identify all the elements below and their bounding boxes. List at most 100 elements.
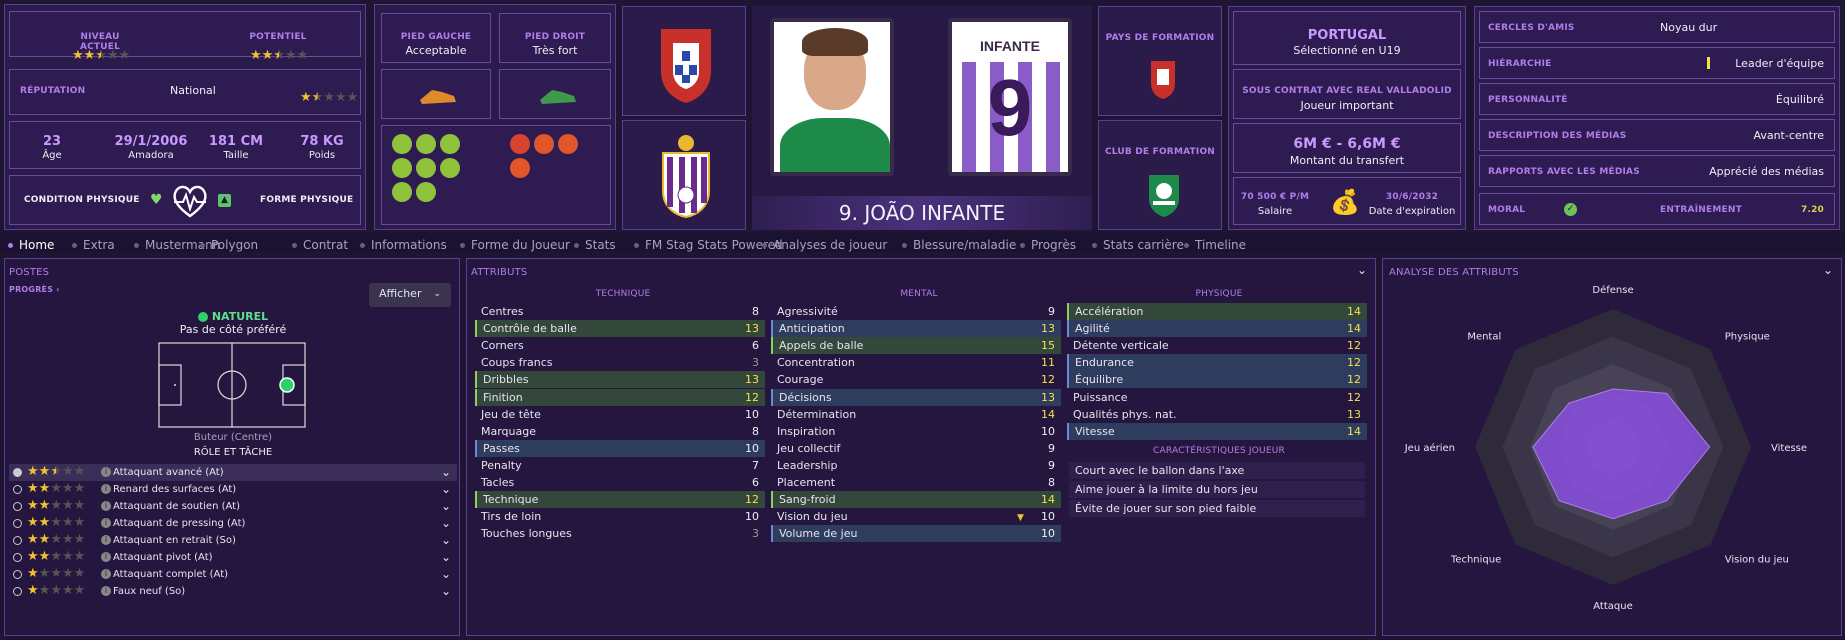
info-icon[interactable]: i [101,518,111,528]
tab-forme-du-joueur[interactable]: Forme du Joueur [460,238,570,252]
tab-contrat[interactable]: Contrat [292,238,348,252]
attribute-row[interactable]: Finition 12 [475,388,765,406]
role-name: Attaquant de soutien (At) [113,501,240,512]
tab-dot-icon [634,243,639,248]
attribute-row[interactable]: Anticipation 13 [771,320,1061,338]
tab-extra[interactable]: Extra [72,238,115,252]
attribute-row[interactable]: Agressivité 9 [771,303,1061,320]
attribute-row[interactable]: Endurance 12 [1067,354,1367,372]
info-icon[interactable]: i [101,569,111,579]
attribute-row[interactable]: Détente verticale 12 [1067,337,1367,354]
role-radio[interactable] [13,502,22,511]
role-row[interactable]: ★★★★★ i Attaquant pivot (At) ⌄ [9,549,457,566]
attribute-row[interactable]: Concentration 11 [771,354,1061,371]
tab-blessure-maladie[interactable]: Blessure/maladie [902,238,1016,252]
negative-trait-icon-1[interactable] [510,134,530,154]
trait-icon-1[interactable] [392,134,412,154]
tab-stats-carri-re[interactable]: Stats carrière [1092,238,1184,252]
info-icon[interactable]: i [101,501,111,511]
role-radio[interactable] [13,485,22,494]
attribute-row[interactable]: Puissance 12 [1067,389,1367,406]
role-radio[interactable] [13,536,22,545]
role-radio[interactable] [13,553,22,562]
tab-home[interactable]: Home [8,238,54,252]
tab-informations[interactable]: Informations [360,238,447,252]
role-radio[interactable] [13,519,22,528]
info-icon[interactable]: i [101,535,111,545]
tab-polygon[interactable]: Polygon [200,238,258,252]
role-radio[interactable] [13,587,22,596]
trait-icon-6[interactable] [440,158,460,178]
role-row[interactable]: ★★★★★ i Attaquant en retrait (So) ⌄ [9,532,457,549]
info-icon[interactable]: i [101,467,111,477]
attribute-row[interactable]: Penalty 7 [475,457,765,474]
attribute-row[interactable]: Tirs de loin 10 [475,508,765,525]
chevron-down-icon[interactable]: ⌄ [441,549,451,566]
chevron-down-icon[interactable]: ⌄ [441,532,451,549]
attribute-row[interactable]: Centres 8 [475,303,765,320]
chevron-down-icon[interactable]: ⌄ [441,481,451,498]
attribute-row[interactable]: Jeu de tête 10 [475,406,765,423]
attribute-row[interactable]: Équilibre 12 [1067,371,1367,389]
attribute-row[interactable]: Leadership 9 [771,457,1061,474]
info-icon[interactable]: i [101,484,111,494]
attribute-row[interactable]: Sang-froid 14 [771,491,1061,509]
attribute-row[interactable]: Contrôle de balle 13 [475,320,765,338]
role-row[interactable]: ★★★★★ i Attaquant complet (At) ⌄ [9,566,457,583]
attribute-row[interactable]: Qualités phys. nat. 13 [1067,406,1367,423]
attribute-row[interactable]: Touches longues 3 [475,525,765,542]
attributes-collapse-icon[interactable]: ⌄ [1357,263,1367,277]
tab-dot-icon [902,243,907,248]
negative-trait-icon-2[interactable] [534,134,554,154]
chevron-down-icon[interactable]: ⌄ [441,498,451,515]
negative-trait-icon-4[interactable] [510,158,530,178]
attribute-row[interactable]: Placement 8 [771,474,1061,491]
tab-fm-stag-stats-powered[interactable]: FM Stag Stats Powered [634,238,783,252]
info-icon[interactable]: i [101,586,111,596]
attribute-row[interactable]: Accélération 14 [1067,303,1367,320]
attribute-row[interactable]: Dribbles 13 [475,371,765,389]
attribute-row[interactable]: Volume de jeu 10 [771,525,1061,543]
attribute-row[interactable]: Vision du jeu 10 [771,508,1061,525]
trait-icon-4[interactable] [392,158,412,178]
attribute-row[interactable]: Détermination 14 [771,406,1061,423]
attribute-row[interactable]: Décisions 13 [771,388,1061,406]
attribute-row[interactable]: Marquage 8 [475,423,765,440]
attribute-row[interactable]: Agilité 14 [1067,320,1367,338]
role-row[interactable]: ★★★★★ i Attaquant avancé (At) ⌄ [9,464,457,481]
chevron-down-icon[interactable]: ⌄ [441,583,451,600]
attribute-row[interactable]: Coups francs 3 [475,354,765,371]
trait-icon-3[interactable] [440,134,460,154]
tab-progr-s[interactable]: Progrès [1020,238,1076,252]
role-radio[interactable] [13,570,22,579]
attribute-row[interactable]: Inspiration 10 [771,423,1061,440]
trait-icon-2[interactable] [416,134,436,154]
form-label: FORME PHYSIQUE [260,195,354,205]
attribute-row[interactable]: Corners 6 [475,337,765,354]
attribute-row[interactable]: Passes 10 [475,439,765,457]
trait-icon-8[interactable] [416,182,436,202]
role-row[interactable]: ★★★★★ i Attaquant de soutien (At) ⌄ [9,498,457,515]
trait-icon-5[interactable] [416,158,436,178]
tab-analyses-de-joueur[interactable]: Analyses de joueur [762,238,887,252]
attribute-row[interactable]: Jeu collectif 9 [771,440,1061,457]
attribute-row[interactable]: Appels de balle 15 [771,337,1061,355]
attribute-row[interactable]: Vitesse 14 [1067,422,1367,440]
negative-trait-icon-3[interactable] [558,134,578,154]
info-icon[interactable]: i [101,552,111,562]
role-radio[interactable] [13,468,22,477]
role-row[interactable]: ★★★★★ i Renard des surfaces (At) ⌄ [9,481,457,498]
role-row[interactable]: ★★★★★ i Attaquant de pressing (At) ⌄ [9,515,457,532]
attribute-row[interactable]: Tacles 6 [475,474,765,491]
progress-link[interactable]: PROGRÈS › [9,285,60,294]
attribute-row[interactable]: Courage 12 [771,371,1061,388]
chevron-down-icon[interactable]: ⌄ [441,464,451,481]
chevron-down-icon[interactable]: ⌄ [441,515,451,532]
trait-icon-7[interactable] [392,182,412,202]
show-button[interactable]: Afficher ⌄ [369,283,451,307]
chevron-down-icon[interactable]: ⌄ [441,566,451,583]
role-row[interactable]: ★★★★★ i Faux neuf (So) ⌄ [9,583,457,600]
tab-timeline[interactable]: Timeline [1184,238,1246,252]
attribute-row[interactable]: Technique 12 [475,491,765,509]
tab-stats[interactable]: Stats [574,238,616,252]
